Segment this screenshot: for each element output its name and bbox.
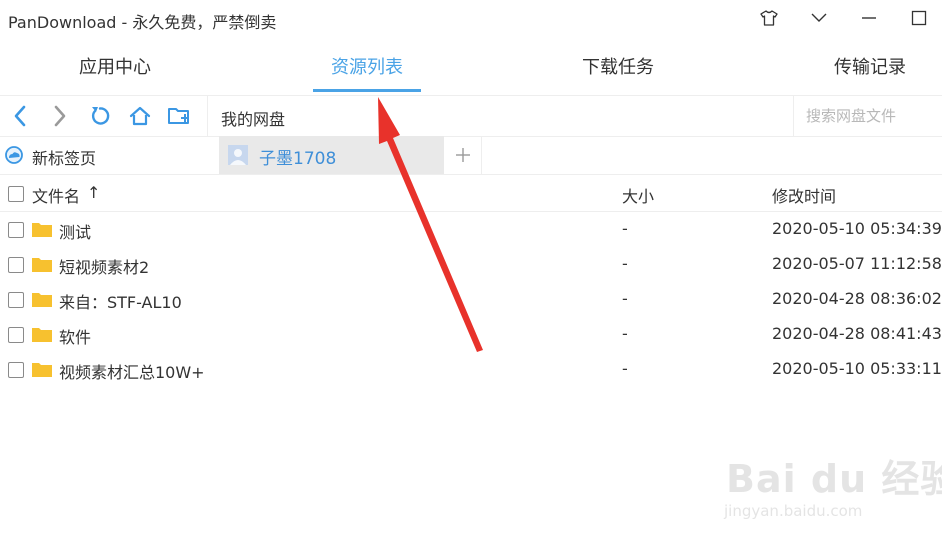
row-checkbox[interactable] [8, 257, 24, 273]
skin-button[interactable] [755, 5, 783, 31]
folder-icon [32, 258, 52, 272]
column-header-size[interactable]: 大小 [622, 183, 654, 207]
file-modified: 2020-04-28 08:36:02 [772, 289, 942, 308]
chevron-down-icon [811, 13, 827, 22]
minimize-button[interactable] [855, 5, 883, 31]
file-name: 来自：STF-AL10 [59, 293, 182, 312]
new-folder-icon [168, 108, 189, 124]
path-bar[interactable]: 我的网盘 [207, 96, 793, 136]
baidu-jingyan-watermark: Bai du 经验 jingyan.baidu.com [720, 440, 942, 525]
refresh-button[interactable] [86, 102, 114, 130]
folder-icon [32, 293, 52, 307]
sort-ascending-icon: ↑ [87, 183, 101, 202]
current-path: 我的网盘 [221, 110, 286, 129]
file-name: 软件 [59, 328, 92, 347]
folder-icon [32, 328, 52, 342]
file-name: 视频素材汇总10W+ [59, 363, 205, 382]
forward-button[interactable] [46, 102, 74, 130]
search-input[interactable] [793, 96, 942, 136]
home-icon [129, 106, 151, 126]
table-row[interactable]: 短视频素材2 - 2020-05-07 11:12:58 [0, 247, 942, 282]
plus-icon [456, 148, 470, 162]
folder-icon [32, 363, 52, 377]
row-checkbox[interactable] [8, 222, 24, 238]
file-size: - [622, 359, 628, 378]
table-row[interactable]: 来自：STF-AL10 - 2020-04-28 08:36:02 [0, 282, 942, 317]
file-size: - [622, 324, 628, 343]
row-checkbox[interactable] [8, 327, 24, 343]
refresh-icon [91, 107, 110, 125]
tab-download-tasks[interactable]: 下载任务 [563, 44, 673, 92]
menu-dropdown-button[interactable] [805, 5, 833, 31]
tab-transfer-history[interactable]: 传输记录 [815, 44, 925, 92]
file-size: - [622, 254, 628, 273]
file-modified: 2020-05-10 05:33:11 [772, 359, 942, 378]
tab-resource-list[interactable]: 资源列表 [313, 44, 421, 92]
maximize-icon [911, 10, 927, 26]
active-tab-indicator [313, 89, 421, 92]
back-arrow-icon [14, 105, 26, 127]
file-name: 测试 [59, 223, 92, 242]
forward-arrow-icon [54, 105, 66, 127]
shirt-skin-icon [760, 10, 778, 26]
file-modified: 2020-05-07 11:12:58 [772, 254, 942, 273]
file-modified: 2020-04-28 08:41:43 [772, 324, 942, 343]
title-bar: PanDownload - 永久免费，严禁倒卖 [0, 0, 942, 38]
tab-app-center[interactable]: 应用中心 [60, 44, 170, 92]
new-folder-button[interactable] [166, 102, 194, 130]
avatar-icon [228, 145, 248, 165]
file-size: - [622, 289, 628, 308]
window-title: PanDownload - 永久免费，严禁倒卖 [8, 13, 277, 32]
main-tabs: 应用中心 资源列表 下载任务 传输记录 [0, 44, 942, 94]
folder-icon [32, 223, 52, 237]
back-button[interactable] [6, 102, 34, 130]
toolbar: 我的网盘 [0, 95, 942, 137]
new-tab-page[interactable]: 新标签页 [0, 136, 218, 174]
column-header-modified[interactable]: 修改时间 [772, 183, 836, 207]
table-row[interactable]: 软件 - 2020-04-28 08:41:43 [0, 317, 942, 352]
file-name: 短视频素材2 [59, 258, 150, 277]
row-checkbox[interactable] [8, 292, 24, 308]
account-tabs-bar: 新标签页 子墨1708 [0, 136, 942, 175]
table-row[interactable]: 视频素材汇总10W+ - 2020-05-10 05:33:11 [0, 352, 942, 387]
minimize-icon [862, 17, 876, 19]
row-checkbox[interactable] [8, 362, 24, 378]
add-tab-button[interactable] [445, 136, 482, 174]
file-size: - [622, 219, 628, 238]
cloud-icon [5, 146, 23, 164]
file-modified: 2020-05-10 05:34:39 [772, 219, 942, 238]
select-all-checkbox[interactable] [8, 186, 24, 202]
maximize-button[interactable] [905, 5, 933, 31]
column-header-name[interactable]: 文件名 [32, 183, 80, 207]
watermark-url: jingyan.baidu.com [724, 502, 863, 520]
watermark-brand: Bai du 经验 [726, 457, 942, 501]
table-header: 文件名 ↑ 大小 修改时间 [0, 175, 942, 212]
new-tab-label: 新标签页 [32, 149, 97, 168]
account-name: 子墨1708 [259, 149, 337, 169]
table-row[interactable]: 测试 - 2020-05-10 05:34:39 [0, 212, 942, 247]
account-tab[interactable]: 子墨1708 [219, 136, 444, 174]
home-button[interactable] [126, 102, 154, 130]
